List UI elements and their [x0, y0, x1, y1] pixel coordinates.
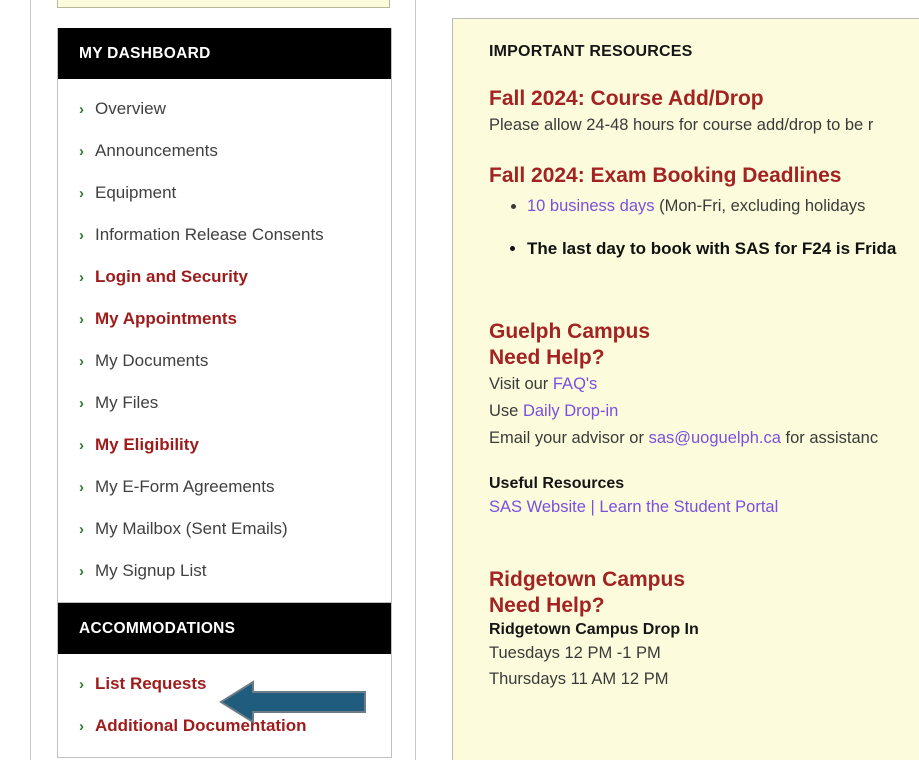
chevron-right-icon: › — [79, 269, 84, 286]
ridgetown-heading: Ridgetown Campus — [489, 567, 686, 591]
business-days-rest: (Mon-Fri, excluding holidays — [654, 196, 866, 215]
sidebar-item-my-appointments[interactable]: › My Appointments — [58, 298, 391, 340]
useful-resources-links: SAS Website | Learn the Student Portal — [489, 496, 919, 520]
dashboard-menu-list: › Overview › Announcements › Equipment › Inform… — [58, 79, 391, 602]
accommodations-menu-box: ACCOMMODATIONS › List Requests › Additional… — [57, 603, 392, 758]
panel-eyebrow: IMPORTANT RESOURCES — [489, 43, 693, 60]
chevron-right-icon: › — [79, 311, 84, 328]
guelph-email-line: Email your advisor or sas@uoguelph.ca fo… — [489, 427, 919, 451]
sidebar-item-label: My E-Form Agreements — [95, 477, 275, 496]
sidebar-item-label: List Requests — [95, 674, 207, 693]
useful-resources-heading: Useful Resources — [489, 474, 625, 492]
learn-student-portal-link[interactable]: Learn the Student Portal — [599, 498, 778, 516]
chevron-right-icon: › — [79, 718, 84, 735]
guelph-faq-pre: Visit our — [489, 374, 553, 393]
sidebar-item-my-mailbox-sent-emails[interactable]: › My Mailbox (Sent Emails) — [58, 508, 391, 550]
sidebar-item-label: Login and Security — [95, 267, 249, 286]
faq-link[interactable]: FAQ's — [553, 375, 597, 393]
guelph-need-help: Need Help? — [489, 345, 605, 369]
sidebar-item-my-eligibility[interactable]: › My Eligibility — [58, 424, 391, 466]
page-left-rule — [30, 0, 31, 760]
accommodations-section-header: ACCOMMODATIONS — [58, 603, 391, 654]
sas-email-link[interactable]: sas@uoguelph.ca — [649, 429, 781, 447]
links-separator: | — [585, 497, 600, 516]
page-column-rule — [415, 0, 416, 760]
sidebar-item-information-release-consents[interactable]: › Information Release Consents — [58, 214, 391, 256]
chevron-right-icon: › — [79, 676, 84, 693]
sidebar-item-overview[interactable]: › Overview — [58, 88, 391, 130]
add-drop-heading: Fall 2024: Course Add/Drop — [489, 87, 764, 110]
chevron-right-icon: › — [79, 479, 84, 496]
top-partial-panel — [57, 0, 390, 8]
guelph-heading: Guelph Campus — [489, 319, 651, 343]
sidebar-item-label: My Mailbox (Sent Emails) — [95, 519, 288, 538]
sidebar-item-label: My Signup List — [95, 561, 207, 580]
dashboard-menu-box: MY DASHBOARD › Overview › Announcements › Equ… — [57, 28, 392, 603]
list-item: 10 business days (Mon-Fri, excluding hol… — [527, 195, 919, 218]
sidebar-item-my-signup-list[interactable]: › My Signup List — [58, 550, 391, 592]
chevron-right-icon: › — [79, 563, 84, 580]
page-root: MY DASHBOARD › Overview › Announcements › Equ… — [0, 0, 919, 760]
sidebar-item-additional-documentation[interactable]: › Additional Documentation — [58, 705, 391, 747]
sidebar-item-login-and-security[interactable]: › Login and Security — [58, 256, 391, 298]
guelph-dropin-pre: Use — [489, 401, 523, 420]
sidebar-item-label: Announcements — [95, 141, 218, 160]
sidebar-item-my-documents[interactable]: › My Documents — [58, 340, 391, 382]
chevron-right-icon: › — [79, 185, 84, 202]
add-drop-body: Please allow 24-48 hours for course add/… — [489, 116, 874, 134]
guelph-faq-line: Visit our FAQ's — [489, 373, 919, 397]
sas-website-link[interactable]: SAS Website — [489, 498, 586, 516]
chevron-right-icon: › — [79, 353, 84, 370]
chevron-right-icon: › — [79, 395, 84, 412]
chevron-right-icon: › — [79, 101, 84, 118]
ridgetown-dropin-title: Ridgetown Campus Drop In — [489, 620, 699, 638]
guelph-email-post: for assistanc — [780, 428, 879, 447]
ridgetown-dropin-tuesday: Tuesdays 12 PM -1 PM — [489, 643, 661, 662]
chevron-right-icon: › — [79, 143, 84, 160]
sidebar-item-label: Information Release Consents — [95, 225, 324, 244]
ridgetown-dropin-thursday: Thursdays 11 AM 12 PM — [489, 670, 669, 689]
chevron-right-icon: › — [79, 521, 84, 538]
sidebar-item-label: Additional Documentation — [95, 716, 307, 735]
sidebar-item-label: My Documents — [95, 351, 209, 370]
exam-booking-heading: Fall 2024: Exam Booking Deadlines — [489, 163, 842, 187]
sidebar-item-my-e-form-agreements[interactable]: › My E-Form Agreements — [58, 466, 391, 508]
sidebar: MY DASHBOARD › Overview › Announcements › Equ… — [57, 28, 392, 758]
sidebar-item-label: My Eligibility — [95, 435, 199, 454]
sidebar-item-label: Overview — [95, 99, 166, 118]
sidebar-item-label: My Appointments — [95, 309, 237, 328]
sidebar-item-equipment[interactable]: › Equipment — [58, 172, 391, 214]
chevron-right-icon: › — [79, 227, 84, 244]
accommodations-menu-list: › List Requests › Additional Documentation — [58, 654, 391, 757]
chevron-right-icon: › — [79, 437, 84, 454]
sidebar-item-label: Equipment — [95, 183, 177, 202]
important-resources-panel: IMPORTANT RESOURCES Fall 2024: Course Ad… — [452, 18, 919, 760]
guelph-dropin-line: Use Daily Drop-in — [489, 400, 919, 424]
daily-drop-in-link[interactable]: Daily Drop-in — [523, 402, 618, 420]
sidebar-item-list-requests[interactable]: › List Requests — [58, 663, 391, 705]
sidebar-item-my-files[interactable]: › My Files — [58, 382, 391, 424]
sidebar-item-label: My Files — [95, 393, 159, 412]
dashboard-section-header: MY DASHBOARD — [58, 28, 391, 79]
ridgetown-need-help: Need Help? — [489, 593, 605, 617]
business-days-link[interactable]: 10 business days — [527, 197, 655, 215]
sidebar-item-announcements[interactable]: › Announcements — [58, 130, 391, 172]
list-item: The last day to book with SAS for F24 is… — [527, 237, 919, 261]
exam-booking-list: 10 business days (Mon-Fri, excluding hol… — [489, 195, 919, 261]
guelph-email-pre: Email your advisor or — [489, 428, 649, 447]
